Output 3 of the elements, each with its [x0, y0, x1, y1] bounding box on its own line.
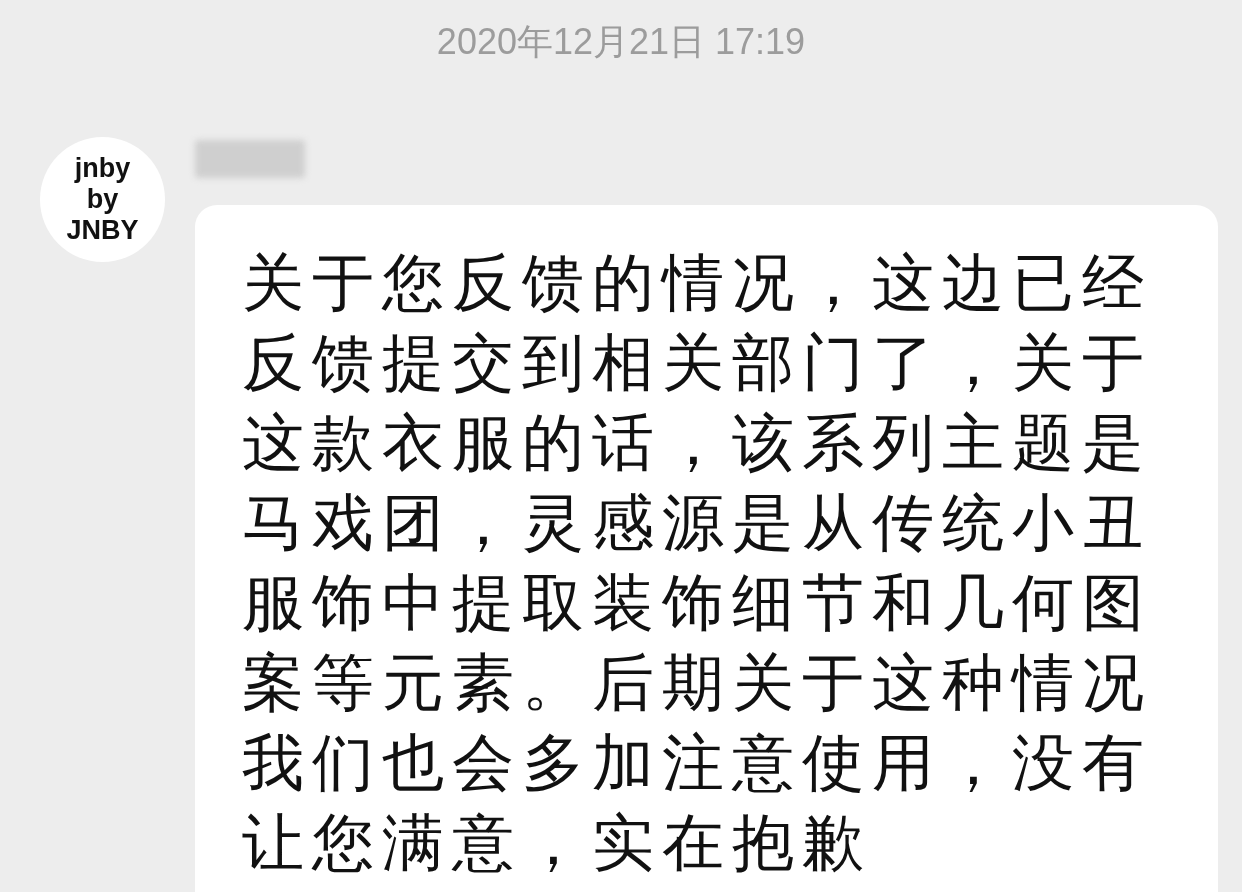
avatar[interactable]: jnby by JNBY — [40, 137, 165, 262]
message-bubble: 关于您反馈的情况，这边已经反馈提交到相关部门了，关于这款衣服的话，该系列主题是马戏团，灵感源是从传统小丑服饰中提取装饰细节和几何图案等元素。后期关于这种情况我们也会多加注意使用，没有让您满意，实在抱歉 — [195, 205, 1218, 892]
timestamp: 2020年12月21日 17:19 — [436, 20, 806, 64]
